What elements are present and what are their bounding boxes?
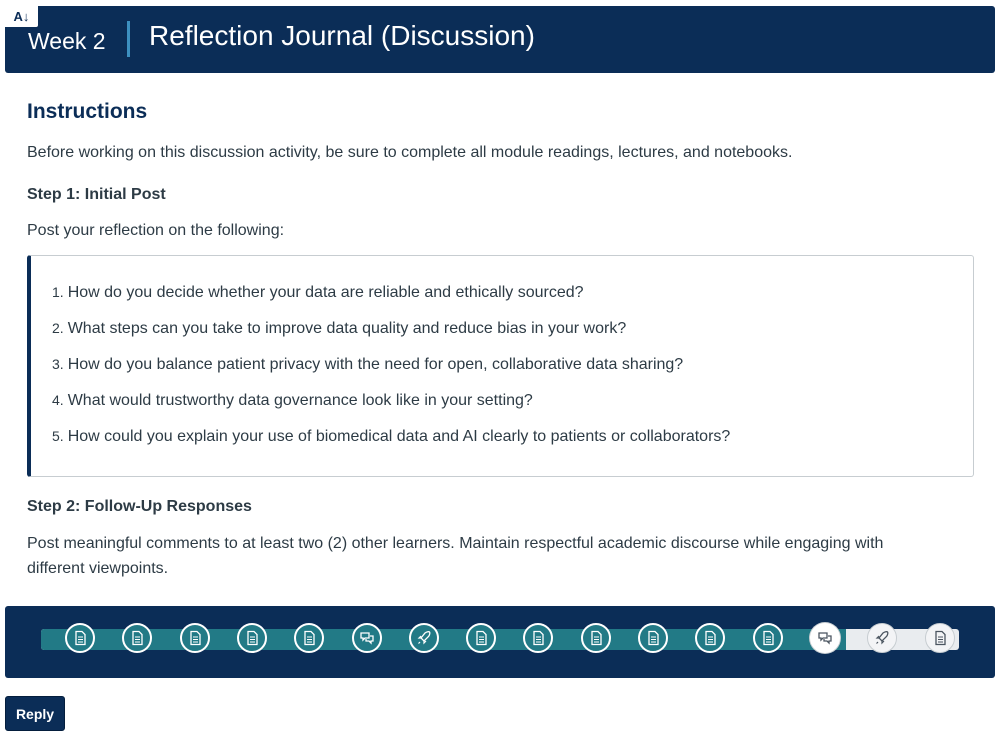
list-number: 1.	[52, 284, 64, 300]
instructions-heading: Instructions	[27, 100, 148, 123]
page-icon	[129, 630, 145, 646]
list-item: 3. How do you balance patient privacy wit…	[52, 356, 730, 392]
intro-text: Before working on this discussion activi…	[27, 144, 793, 161]
page-icon	[72, 630, 88, 646]
banner-divider	[127, 21, 130, 57]
progress-item-7[interactable]	[409, 623, 439, 653]
list-text: How do you balance patient privacy with …	[67, 356, 684, 373]
text-size-toggle[interactable]: A↓	[5, 6, 38, 27]
page-icon	[301, 630, 317, 646]
list-item: 5. How could you explain your use of biom…	[52, 428, 730, 464]
list-text: What would trustworthy data governance l…	[67, 392, 533, 409]
page-icon	[760, 630, 776, 646]
progress-item-3[interactable]	[180, 623, 210, 653]
list-text: What steps can you take to improve data …	[67, 320, 627, 337]
rocket-icon	[416, 630, 432, 646]
list-text: How do you decide whether your data are …	[67, 284, 584, 301]
progress-item-11[interactable]	[638, 623, 668, 653]
list-number: 5.	[52, 428, 64, 444]
page-icon	[530, 630, 546, 646]
progress-fill	[41, 629, 846, 650]
module-progress-bar	[5, 606, 995, 678]
reply-button[interactable]: Reply	[5, 696, 65, 731]
discussion-icon	[817, 630, 833, 646]
progress-item-5[interactable]	[294, 623, 324, 653]
page-icon	[473, 630, 489, 646]
progress-item-8[interactable]	[466, 623, 496, 653]
progress-item-13[interactable]	[753, 623, 783, 653]
page-icon	[588, 630, 604, 646]
step1-text: Post your reflection on the following:	[27, 222, 285, 239]
step2-heading: Step 2: Follow-Up Responses	[27, 498, 252, 515]
progress-item-16[interactable]	[925, 623, 955, 653]
progress-item-12[interactable]	[695, 623, 725, 653]
progress-item-6[interactable]	[352, 623, 382, 653]
questions-list: 1. How do you decide whether your data ar…	[52, 284, 730, 464]
week-label: Week 2	[28, 28, 106, 54]
page-banner: A↓ Week 2 Reflection Journal (Discussion…	[5, 6, 995, 73]
questions-callout: 1. How do you decide whether your data ar…	[27, 255, 974, 477]
page-title: Reflection Journal (Discussion)	[149, 20, 535, 51]
page-icon	[932, 630, 948, 646]
discussion-icon	[359, 630, 375, 646]
progress-item-1[interactable]	[65, 623, 95, 653]
progress-item-10[interactable]	[581, 623, 611, 653]
list-number: 4.	[52, 392, 64, 408]
list-number: 2.	[52, 320, 64, 336]
step2-text-line2: different viewpoints.	[27, 560, 169, 577]
page-icon	[645, 630, 661, 646]
list-text: How could you explain your use of biomed…	[67, 428, 731, 445]
list-item: 4. What would trustworthy data governance…	[52, 392, 730, 428]
list-number: 3.	[52, 356, 64, 372]
progress-item-4[interactable]	[237, 623, 267, 653]
progress-item-2[interactable]	[122, 623, 152, 653]
rocket-icon	[874, 630, 890, 646]
list-item: 2. What steps can you take to improve dat…	[52, 320, 730, 356]
list-item: 1. How do you decide whether your data ar…	[52, 284, 730, 320]
progress-item-9[interactable]	[523, 623, 553, 653]
page-icon	[244, 630, 260, 646]
progress-item-15[interactable]	[867, 623, 897, 653]
progress-item-14[interactable]	[810, 623, 840, 653]
step1-heading: Step 1: Initial Post	[27, 186, 166, 203]
step2-text-line1: Post meaningful comments to at least two…	[27, 535, 884, 552]
page-icon	[187, 630, 203, 646]
page-icon	[702, 630, 718, 646]
